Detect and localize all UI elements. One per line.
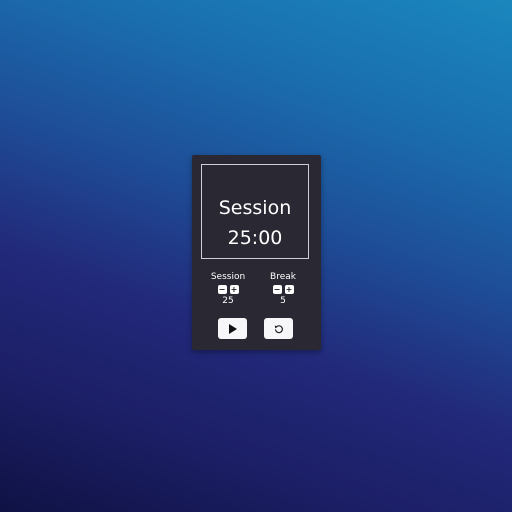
break-decrement-button[interactable]: −	[272, 285, 282, 294]
pomodoro-card: Session 25:00 Session − + 25 Break − + 5	[192, 155, 321, 350]
timer-mode-label: Session	[218, 197, 292, 219]
session-length-value: 25	[222, 296, 234, 306]
play-button[interactable]	[218, 318, 247, 339]
minus-icon: −	[273, 285, 281, 294]
reset-button[interactable]	[264, 318, 293, 339]
session-setting: Session − + 25	[206, 272, 250, 307]
break-setting: Break − + 5	[261, 272, 305, 307]
minus-icon: −	[218, 285, 226, 294]
break-title: Break	[270, 272, 296, 282]
reset-icon	[274, 324, 283, 333]
session-title: Session	[210, 272, 246, 282]
break-stepper: − +	[261, 285, 305, 294]
session-decrement-button[interactable]: −	[217, 285, 227, 294]
break-increment-button[interactable]: +	[284, 285, 294, 294]
session-increment-button[interactable]: +	[229, 285, 239, 294]
play-icon	[229, 323, 237, 334]
timer-display: Session 25:00	[201, 164, 309, 259]
break-length-value: 5	[280, 296, 286, 306]
plus-icon: +	[285, 285, 293, 294]
timer-time: 25:00	[227, 227, 283, 249]
session-stepper: − +	[206, 285, 250, 294]
plus-icon: +	[230, 285, 238, 294]
